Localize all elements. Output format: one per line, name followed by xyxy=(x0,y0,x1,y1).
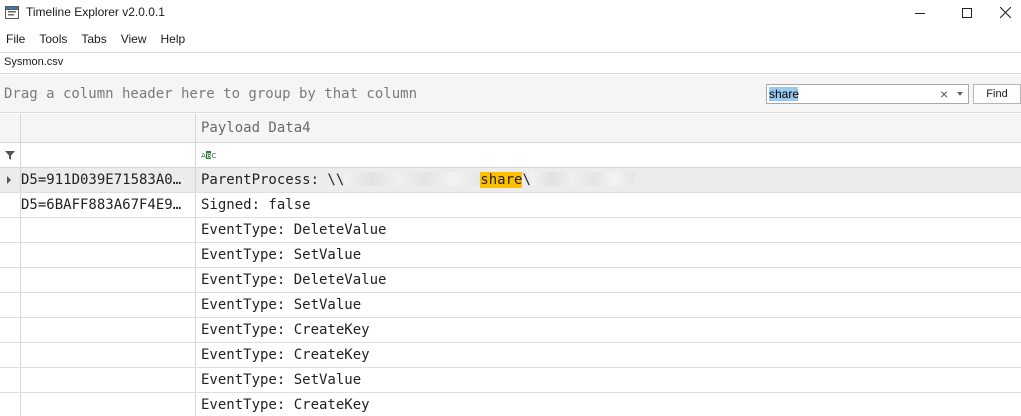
filter-row-indicator xyxy=(0,143,21,167)
auto-filter-row: A B C xyxy=(0,143,1021,168)
text-filter-icon[interactable]: A B C xyxy=(201,150,217,160)
table-row[interactable]: D5=6BAFF883A67F4E9… Signed: false xyxy=(0,193,1021,218)
cell-text: EventType: CreateKey xyxy=(201,397,370,413)
row-indicator[interactable] xyxy=(0,243,21,267)
table-row[interactable]: EventType: DeleteValue xyxy=(0,268,1021,293)
table-cell[interactable]: EventType: DeleteValue xyxy=(196,218,1021,242)
filter-cell-1[interactable] xyxy=(21,143,196,167)
cell-text: D5=6BAFF883A67F4E9… xyxy=(21,197,182,213)
row-indicator[interactable] xyxy=(0,393,21,416)
window-title: Timeline Explorer v2.0.0.1 xyxy=(26,5,165,19)
table-cell[interactable]: EventType: DeleteValue xyxy=(196,268,1021,292)
cell-text: EventType: SetValue xyxy=(201,247,362,263)
maximize-button[interactable] xyxy=(944,0,990,25)
table-cell[interactable]: EventType: SetValue xyxy=(196,243,1021,267)
tab-strip: Sysmon.csv xyxy=(0,52,1021,74)
menu-tools[interactable]: Tools xyxy=(39,32,67,46)
cell-text: EventType: SetValue xyxy=(201,297,362,313)
filter-cell-payload-data4[interactable]: A B C xyxy=(196,143,1021,167)
cell-text: D5=911D039E71583A0… xyxy=(21,172,182,188)
column-header-row: Payload Data4 xyxy=(0,114,1021,143)
title-bar: Timeline Explorer v2.0.0.1 xyxy=(0,0,1021,25)
column-header-payload-data4[interactable]: Payload Data4 xyxy=(196,114,1021,142)
data-grid: Payload Data4 A B C D5=911D039E71583A0… xyxy=(0,114,1021,416)
table-cell[interactable] xyxy=(21,218,196,242)
table-cell[interactable]: EventType: SetValue xyxy=(196,293,1021,317)
table-cell[interactable] xyxy=(21,393,196,416)
menu-view[interactable]: View xyxy=(121,32,147,46)
menu-tabs[interactable]: Tabs xyxy=(81,32,106,46)
group-by-panel[interactable]: Drag a column header here to group by th… xyxy=(0,75,1021,113)
search-box[interactable]: × xyxy=(766,84,969,104)
dropdown-icon[interactable] xyxy=(957,92,963,96)
find-button[interactable]: Find xyxy=(973,84,1021,104)
maximize-icon xyxy=(962,7,972,18)
cell-text: EventType: CreateKey xyxy=(201,347,370,363)
table-cell[interactable]: ParentProcess: \\ share\ xyxy=(196,168,1021,192)
table-cell[interactable]: D5=911D039E71583A0… xyxy=(21,168,196,192)
cell-text: EventType: DeleteValue xyxy=(201,272,387,288)
expand-icon[interactable] xyxy=(7,176,11,184)
column-header-2-label: Payload Data4 xyxy=(201,120,311,136)
table-row[interactable]: EventType: CreateKey xyxy=(0,393,1021,416)
row-indicator[interactable] xyxy=(0,168,21,192)
filter-icon[interactable] xyxy=(5,151,15,160)
redacted-region xyxy=(530,172,635,186)
row-indicator[interactable] xyxy=(0,318,21,342)
menu-bar: File Tools Tabs View Help xyxy=(0,28,1021,50)
column-header-1[interactable] xyxy=(21,114,196,142)
row-indicator[interactable] xyxy=(0,343,21,367)
cell-text-prefix: ParentProcess: \\ xyxy=(201,172,345,188)
cell-text: EventType: CreateKey xyxy=(201,322,370,338)
row-indicator[interactable] xyxy=(0,193,21,217)
table-cell[interactable]: EventType: SetValue xyxy=(196,368,1021,392)
redacted-region xyxy=(344,172,481,186)
table-cell[interactable] xyxy=(21,318,196,342)
table-row[interactable]: EventType: SetValue xyxy=(0,243,1021,268)
row-indicator[interactable] xyxy=(0,268,21,292)
cell-text: ParentProcess: \\ share\ xyxy=(201,172,635,188)
svg-text:A: A xyxy=(201,152,206,160)
table-row[interactable]: D5=911D039E71583A0… ParentProcess: \\ sha… xyxy=(0,168,1021,193)
cell-text-suffix: \ xyxy=(522,172,531,188)
app-icon xyxy=(5,5,19,19)
row-indicator[interactable] xyxy=(0,293,21,317)
minimize-button[interactable] xyxy=(897,0,943,25)
table-row[interactable]: EventType: SetValue xyxy=(0,293,1021,318)
row-indicator-header xyxy=(0,114,21,142)
minimize-icon xyxy=(915,12,925,14)
table-cell[interactable]: D5=6BAFF883A67F4E9… xyxy=(21,193,196,217)
table-cell[interactable] xyxy=(21,243,196,267)
table-cell[interactable]: EventType: CreateKey xyxy=(196,343,1021,367)
table-row[interactable]: EventType: DeleteValue xyxy=(0,218,1021,243)
table-cell[interactable]: EventType: CreateKey xyxy=(196,318,1021,342)
menu-file[interactable]: File xyxy=(6,32,25,46)
row-indicator[interactable] xyxy=(0,218,21,242)
search-input[interactable] xyxy=(768,86,938,102)
clear-icon[interactable]: × xyxy=(940,86,948,102)
cell-text: EventType: SetValue xyxy=(201,372,362,388)
table-cell[interactable] xyxy=(21,293,196,317)
table-cell[interactable] xyxy=(21,368,196,392)
search-match-highlight: share xyxy=(480,172,523,188)
menu-help[interactable]: Help xyxy=(161,32,186,46)
tab-sysmon-csv[interactable]: Sysmon.csv xyxy=(4,56,63,68)
table-cell[interactable]: Signed: false xyxy=(196,193,1021,217)
table-row[interactable]: EventType: CreateKey xyxy=(0,318,1021,343)
cell-text: EventType: DeleteValue xyxy=(201,222,387,238)
table-cell[interactable]: EventType: CreateKey xyxy=(196,393,1021,416)
table-row[interactable]: EventType: SetValue xyxy=(0,368,1021,393)
table-cell[interactable] xyxy=(21,343,196,367)
table-cell[interactable] xyxy=(21,268,196,292)
row-indicator[interactable] xyxy=(0,368,21,392)
close-button[interactable] xyxy=(990,0,1021,25)
group-by-hint: Drag a column header here to group by th… xyxy=(4,86,418,102)
svg-text:C: C xyxy=(212,152,217,160)
close-icon xyxy=(1000,7,1011,18)
cell-text: Signed: false xyxy=(201,197,311,213)
table-row[interactable]: EventType: CreateKey xyxy=(0,343,1021,368)
